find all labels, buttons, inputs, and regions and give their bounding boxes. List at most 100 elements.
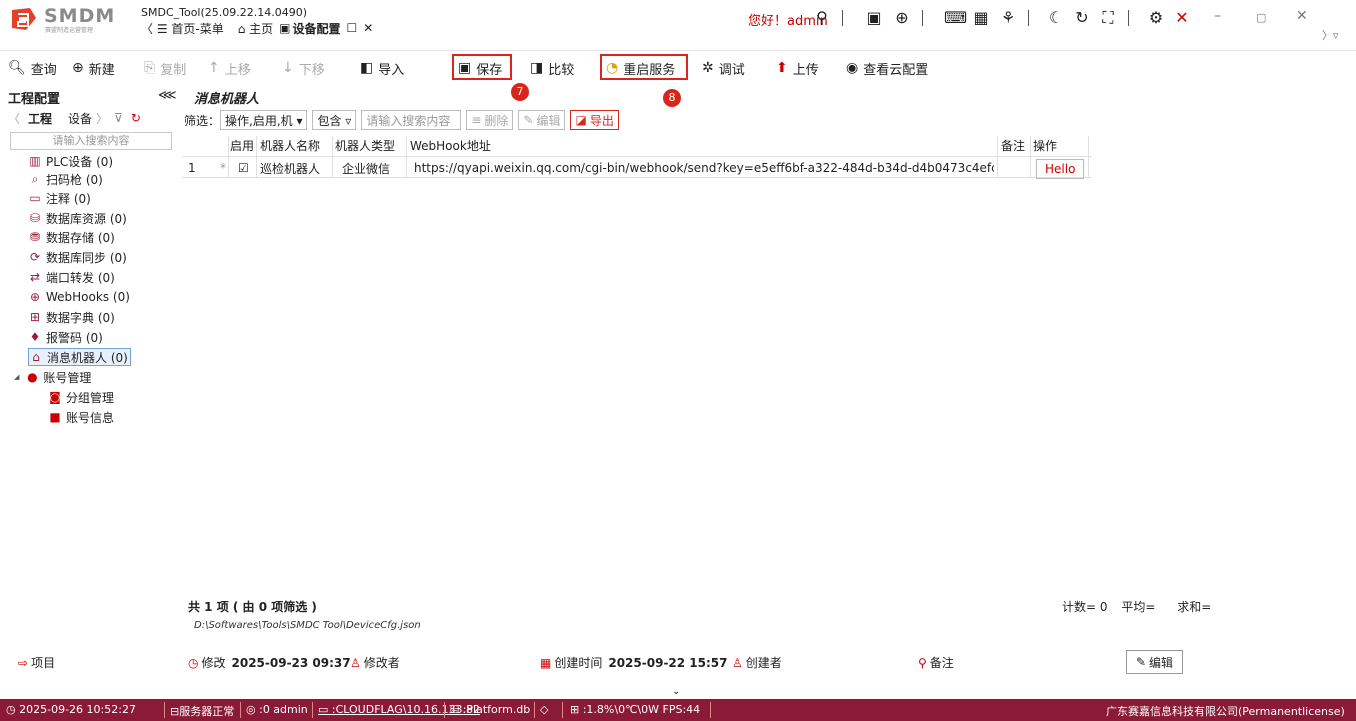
copy-button[interactable]: ⎘ 复制	[144, 57, 186, 79]
settings-link-icon[interactable]: ⚲	[812, 8, 832, 28]
close-icon[interactable]: ✕	[1296, 8, 1308, 24]
filter-operator-select[interactable]: 包含 ▿	[312, 110, 357, 130]
column-header-action[interactable]: 操作	[1033, 136, 1057, 154]
bug-icon: ✲	[702, 60, 714, 76]
hello-button[interactable]: Hello	[1036, 159, 1085, 179]
tree-item[interactable]: ♦ 报警码 (0)	[28, 328, 103, 346]
keyboard-icon[interactable]: ⌨	[944, 8, 967, 28]
sum-stat: 求和=	[1177, 600, 1212, 614]
network-icon[interactable]: ⚘	[998, 8, 1018, 28]
tree-item-icon: ⇄	[29, 270, 41, 284]
tree-item[interactable]: ⌕ 扫码枪 (0)	[28, 170, 103, 188]
compare-button[interactable]: ◨ 比较	[530, 57, 574, 79]
tree-item[interactable]: ▭ 注释 (0)	[28, 189, 91, 207]
tree-item-icon: ▭	[29, 191, 41, 205]
device-config-tab[interactable]: 设备配置	[293, 20, 341, 37]
collapse-icon[interactable]: ⋘	[158, 88, 177, 103]
divider	[842, 10, 843, 26]
globe-icon[interactable]: ⊕	[892, 8, 912, 28]
delete-button[interactable]: ≡ 删除	[466, 110, 514, 130]
filter-icon[interactable]: ⊽	[114, 111, 123, 125]
robot-type-cell[interactable]: 企业微信	[342, 157, 390, 179]
fullscreen-icon[interactable]: ⛶	[1098, 8, 1118, 28]
filter-label: 筛选：	[184, 113, 221, 128]
compare-label: 比较	[548, 62, 575, 78]
tree-item-label: 分组管理	[66, 390, 115, 405]
gear-icon[interactable]: ⚙	[1146, 8, 1166, 28]
expand-icon[interactable]: ◢	[14, 373, 19, 381]
home-menu-tab[interactable]: 〈 ☰ 首页-菜单	[141, 20, 224, 37]
tree-item[interactable]: ⊞ 数据字典 (0)	[28, 308, 115, 326]
search-input[interactable]: 请输入搜索内容	[361, 110, 462, 130]
tab-overflow-icon[interactable]: 〉▿	[1322, 27, 1339, 43]
debug-button[interactable]: ✲ 调试	[702, 57, 745, 79]
tree-item-icon: ⛃	[29, 230, 41, 244]
tab-close-icon[interactable]: ✕	[363, 21, 373, 35]
tab-right-arrow-icon[interactable]: 〉	[96, 110, 108, 127]
column-header-type[interactable]: 机器人类型	[335, 136, 395, 154]
move-down-button[interactable]: ↓ 下移	[282, 57, 325, 79]
edit-row-button[interactable]: ✎ 编辑	[518, 110, 566, 130]
maximize-icon[interactable]: ▢	[1256, 11, 1266, 24]
table-row[interactable]: 1 * ☑ 巡检机器人 企业微信 https://qyapi.weixin.qq…	[182, 156, 1092, 179]
query-button[interactable]: 🔍︎ 查询	[8, 57, 57, 79]
tree-item[interactable]: ■ 账号信息	[48, 408, 114, 426]
compare-icon: ◨	[530, 60, 544, 76]
theme-icon[interactable]: ☾	[1046, 8, 1066, 28]
tag-icon[interactable]: ◇	[540, 703, 548, 716]
tree-item[interactable]: ◢ ● 账号管理	[14, 368, 91, 386]
tools-icon[interactable]: ✕	[1172, 8, 1192, 28]
tree-item[interactable]: ▥ PLC设备 (0)	[28, 152, 113, 170]
column-header-webhook[interactable]: WebHook地址	[410, 136, 491, 154]
tab-project[interactable]: 工程	[28, 110, 52, 127]
calculator-icon[interactable]: ▦	[971, 8, 991, 28]
note-cell[interactable]	[1000, 157, 1028, 179]
tree-item[interactable]: ⛁ 数据库资源 (0)	[28, 209, 127, 227]
tree-item[interactable]: ⇄ 端口转发 (0)	[28, 268, 115, 286]
tree-item-label: PLC设备 (0)	[46, 154, 114, 169]
tab-left-arrow-icon[interactable]: 〈	[8, 110, 20, 127]
count-stat: 计数= 0	[1062, 600, 1108, 614]
page-title: 消息机器人	[194, 92, 260, 107]
webhook-url-cell[interactable]: https://qyapi.weixin.qq.com/cgi-bin/webh…	[414, 157, 994, 179]
tree-item-label: 注释 (0)	[46, 191, 91, 206]
minimize-icon[interactable]: –	[1214, 8, 1221, 24]
upload-button[interactable]: ⬆ 上传	[776, 57, 819, 79]
tree-search-input[interactable]: 请输入搜索内容	[10, 132, 172, 150]
app-logo: SMDM 赛盟制造运营管理	[8, 4, 128, 34]
new-button[interactable]: ⊕ 新建	[72, 57, 115, 79]
enabled-checkbox[interactable]: ☑	[238, 157, 249, 179]
copy-icon: ⎘	[144, 60, 156, 76]
column-header-enabled[interactable]: 启用	[230, 136, 254, 154]
terminal-icon[interactable]: ▣	[864, 8, 884, 28]
tree-item[interactable]: ⟳ 数据库同步 (0)	[28, 248, 127, 266]
filter-field-select[interactable]: 操作,启用,机 ▾	[220, 110, 308, 130]
db-status: ⛁ :Platform.db	[450, 703, 530, 716]
file-path: D:\Softwares\Tools\SMDC Tool\DeviceCfg.j…	[194, 620, 421, 631]
reload-icon[interactable]: ↻	[131, 111, 141, 125]
left-tabs: 〈 工程 设备 〉 ⊽ ↻	[8, 110, 178, 126]
refresh-icon[interactable]: ↻	[1072, 8, 1092, 28]
created-info: ▦ 创建时间 2025-09-22 15:57	[540, 654, 728, 671]
tree-item[interactable]: ⛃ 数据存储 (0)	[28, 228, 115, 246]
edit-info-button[interactable]: ✎ 编辑	[1126, 650, 1183, 674]
tab-device[interactable]: 设备	[68, 110, 92, 127]
main-tab[interactable]: ⌂ 主页	[238, 20, 273, 37]
tab-strip: 〈 ☰ 首页-菜单 ⌂ 主页 ▣ 设备配置 ☐ ✕	[141, 20, 379, 37]
export-label: 导出	[589, 113, 614, 128]
tree-item[interactable]: ⊕ WebHooks (0)	[28, 288, 130, 306]
tree-item[interactable]: ◙ 分组管理	[48, 388, 114, 406]
column-header-note[interactable]: 备注	[1001, 136, 1025, 154]
robot-name-cell[interactable]: 巡检机器人	[260, 157, 320, 179]
save-highlight	[452, 54, 512, 80]
divider	[1028, 10, 1029, 26]
export-button[interactable]: ◪ 导出	[570, 110, 619, 130]
import-button[interactable]: ◧ 导入	[360, 57, 404, 79]
tab-restore-icon[interactable]: ☐	[347, 21, 358, 35]
chevron-down-icon[interactable]: ⌄	[672, 686, 680, 697]
move-up-label: 上移	[224, 62, 251, 78]
tree-item[interactable]: ⌂ 消息机器人 (0)	[28, 348, 131, 366]
column-header-name[interactable]: 机器人名称	[260, 136, 320, 154]
move-up-button[interactable]: ↑ 上移	[208, 57, 251, 79]
view-cloud-config-button[interactable]: ◉ 查看云配置	[846, 57, 928, 79]
